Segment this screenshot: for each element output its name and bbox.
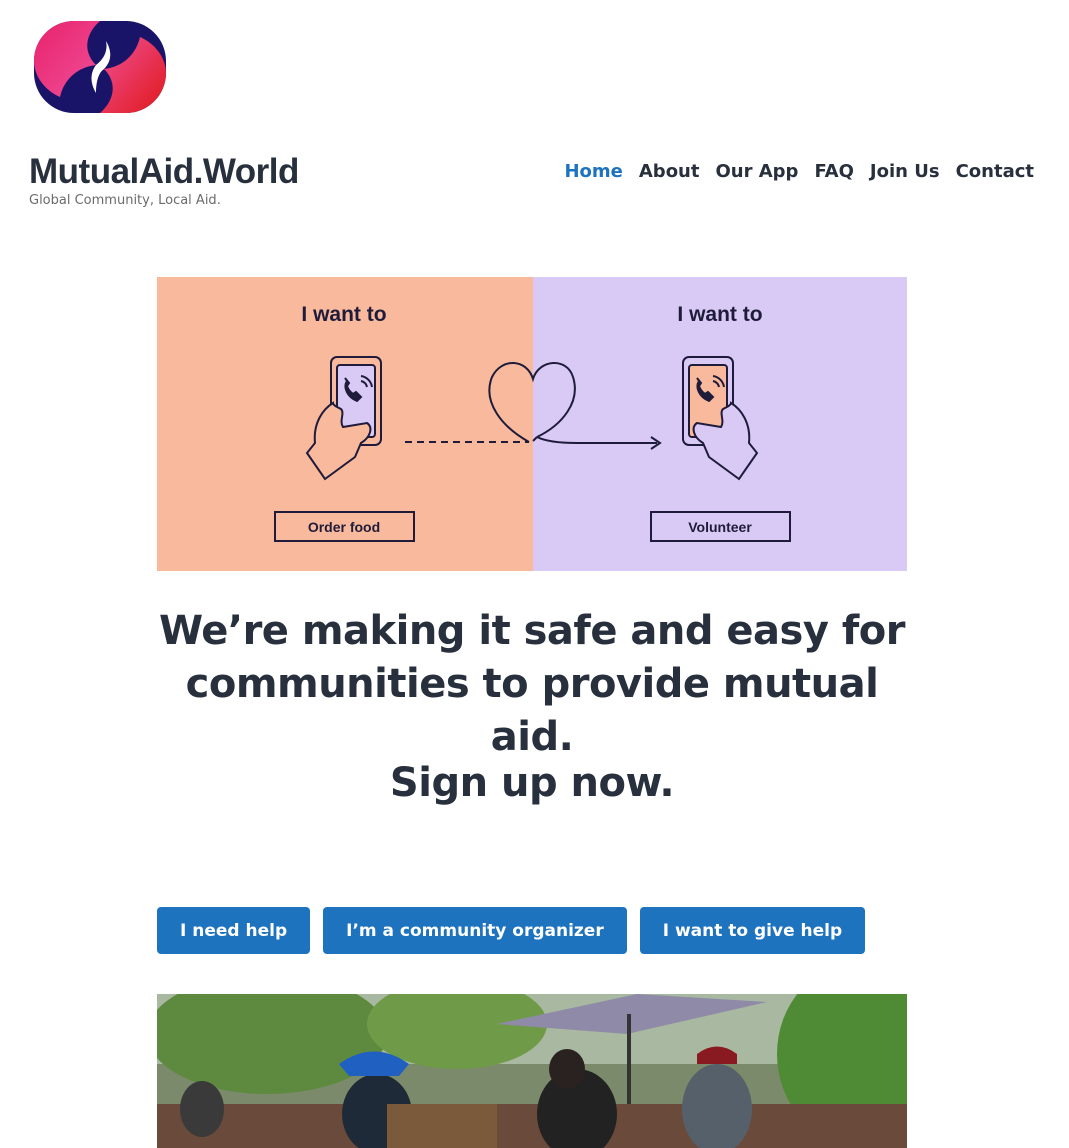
site-title[interactable]: MutualAid.World (29, 152, 299, 192)
nav-item-join-us[interactable]: Join Us (870, 161, 940, 182)
hero-left-label: Order food (308, 519, 380, 535)
main-navigation: Home About Our App FAQ Join Us Contact (564, 161, 1034, 182)
cta-buttons: I need help I’m a community organizer I … (157, 907, 866, 954)
nav-item-about[interactable]: About (639, 161, 700, 182)
give-help-button[interactable]: I want to give help (639, 907, 866, 954)
hero-right-heading: I want to (677, 303, 762, 326)
nav-item-home[interactable]: Home (564, 161, 622, 182)
site-tagline: Global Community, Local Aid. (29, 193, 221, 208)
volunteers-photo (157, 994, 907, 1148)
community-organizer-button[interactable]: I’m a community organizer (323, 907, 627, 954)
main-headline: We’re making it safe and easy for commun… (159, 608, 905, 760)
nav-item-our-app[interactable]: Our App (715, 161, 798, 182)
nav-item-contact[interactable]: Contact (956, 161, 1034, 182)
need-help-button[interactable]: I need help (157, 907, 311, 954)
nav-item-faq[interactable]: FAQ (814, 161, 853, 182)
hero-left-heading: I want to (301, 303, 386, 326)
site-logo[interactable] (34, 21, 166, 113)
signup-heading: Sign up now. (389, 760, 675, 806)
hero-illustration: I want to I want to Order food Volunteer (157, 277, 907, 571)
hero-right-label: Volunteer (688, 519, 752, 535)
